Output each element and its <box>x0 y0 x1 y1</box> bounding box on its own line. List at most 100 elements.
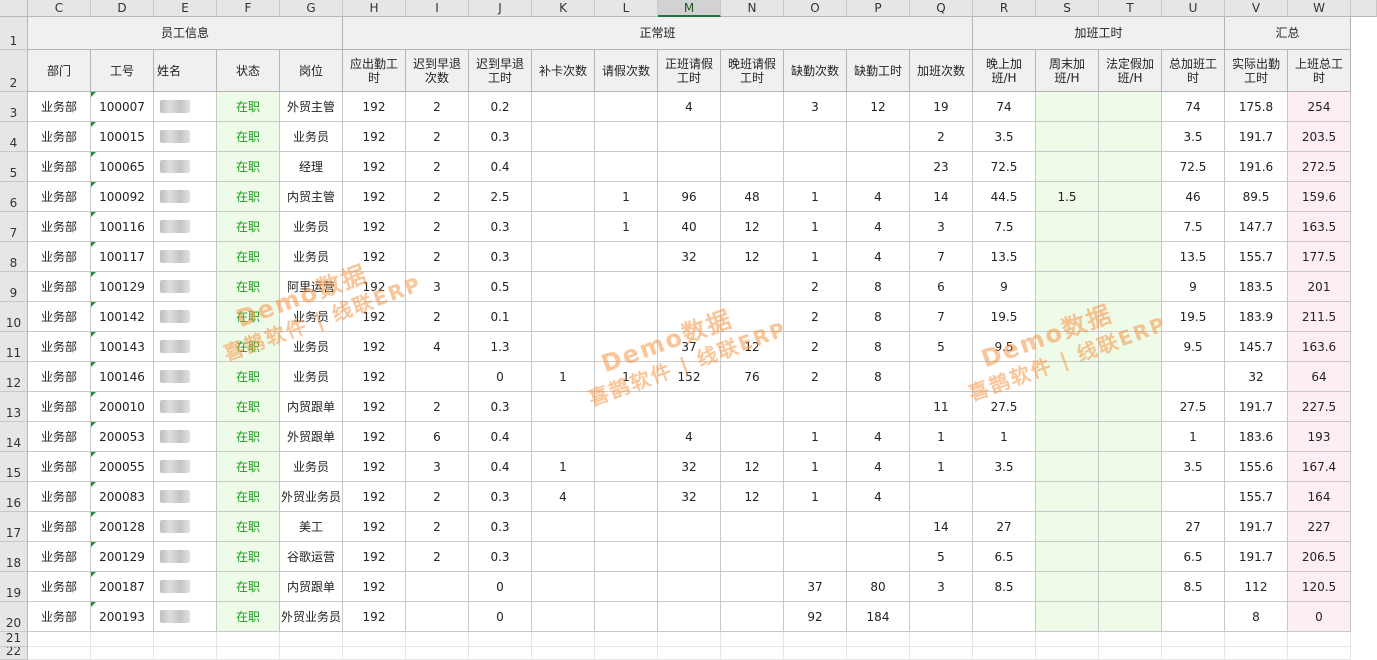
header-11[interactable]: 正班请假工时 <box>658 50 721 92</box>
table-cell[interactable]: 40 <box>658 212 721 242</box>
table-cell[interactable] <box>910 602 973 632</box>
empty-cell[interactable] <box>784 647 847 660</box>
table-cell[interactable]: 7.5 <box>973 212 1036 242</box>
table-cell[interactable]: 在职 <box>217 92 280 122</box>
empty-cell[interactable] <box>1162 647 1225 660</box>
table-cell[interactable] <box>1099 212 1162 242</box>
table-cell[interactable] <box>784 122 847 152</box>
empty-cell[interactable] <box>595 647 658 660</box>
table-cell[interactable]: 1.3 <box>469 332 532 362</box>
table-cell[interactable]: 业务部 <box>28 602 91 632</box>
table-cell[interactable] <box>910 482 973 512</box>
name-cell-redacted[interactable] <box>154 542 217 572</box>
table-cell[interactable]: 72.5 <box>973 152 1036 182</box>
table-cell[interactable]: 0.4 <box>469 422 532 452</box>
table-cell[interactable]: 192 <box>343 602 406 632</box>
row-header-13[interactable]: 13 <box>0 392 28 422</box>
table-cell[interactable]: 业务部 <box>28 242 91 272</box>
table-cell[interactable]: 0.3 <box>469 482 532 512</box>
table-cell[interactable] <box>595 92 658 122</box>
table-cell[interactable]: 147.7 <box>1225 212 1288 242</box>
row-header-21[interactable]: 21 <box>0 632 28 647</box>
table-cell[interactable]: 19.5 <box>1162 302 1225 332</box>
table-cell[interactable]: 业务员 <box>280 332 343 362</box>
table-cell[interactable]: 200083 <box>91 482 154 512</box>
empty-cell[interactable] <box>1162 632 1225 647</box>
table-cell[interactable] <box>1036 602 1099 632</box>
table-cell[interactable] <box>595 152 658 182</box>
table-cell[interactable]: 在职 <box>217 362 280 392</box>
empty-cell[interactable] <box>532 647 595 660</box>
table-cell[interactable] <box>532 182 595 212</box>
table-cell[interactable]: 1 <box>1162 422 1225 452</box>
table-cell[interactable]: 业务员 <box>280 452 343 482</box>
table-cell[interactable]: 13.5 <box>973 242 1036 272</box>
table-cell[interactable]: 96 <box>658 182 721 212</box>
empty-cell[interactable] <box>406 647 469 660</box>
table-cell[interactable]: 4 <box>532 482 595 512</box>
table-cell[interactable] <box>1099 92 1162 122</box>
table-cell[interactable]: 0 <box>1288 602 1351 632</box>
row-header-1[interactable]: 1 <box>0 17 28 50</box>
table-cell[interactable]: 在职 <box>217 302 280 332</box>
table-cell[interactable]: 9 <box>1162 272 1225 302</box>
column-header-p[interactable]: P <box>847 0 910 17</box>
table-cell[interactable]: 183.9 <box>1225 302 1288 332</box>
column-header-m[interactable]: M <box>658 0 721 17</box>
table-cell[interactable] <box>1099 362 1162 392</box>
table-cell[interactable]: 12 <box>721 332 784 362</box>
empty-cell[interactable] <box>595 632 658 647</box>
table-cell[interactable]: 72.5 <box>1162 152 1225 182</box>
table-cell[interactable]: 201 <box>1288 272 1351 302</box>
table-cell[interactable]: 200010 <box>91 392 154 422</box>
empty-cell[interactable] <box>910 647 973 660</box>
table-cell[interactable]: 1 <box>910 422 973 452</box>
empty-cell[interactable] <box>721 647 784 660</box>
name-cell-redacted[interactable] <box>154 602 217 632</box>
table-cell[interactable] <box>721 542 784 572</box>
header-8[interactable]: 迟到早退工时 <box>469 50 532 92</box>
table-cell[interactable]: 1 <box>532 362 595 392</box>
table-cell[interactable]: 23 <box>910 152 973 182</box>
table-cell[interactable]: 155.7 <box>1225 482 1288 512</box>
table-cell[interactable]: 254 <box>1288 92 1351 122</box>
table-cell[interactable] <box>721 92 784 122</box>
empty-cell[interactable] <box>154 632 217 647</box>
table-cell[interactable] <box>973 602 1036 632</box>
table-cell[interactable]: 14 <box>910 512 973 542</box>
table-cell[interactable]: 2 <box>910 122 973 152</box>
header-5[interactable]: 岗位 <box>280 50 343 92</box>
name-cell-redacted[interactable] <box>154 482 217 512</box>
table-cell[interactable] <box>721 602 784 632</box>
table-cell[interactable]: 9.5 <box>973 332 1036 362</box>
table-cell[interactable]: 3 <box>406 272 469 302</box>
table-cell[interactable]: 业务部 <box>28 272 91 302</box>
table-cell[interactable]: 100015 <box>91 122 154 152</box>
table-cell[interactable] <box>1099 482 1162 512</box>
table-cell[interactable]: 192 <box>343 332 406 362</box>
table-cell[interactable] <box>532 212 595 242</box>
table-cell[interactable]: 152 <box>658 362 721 392</box>
table-cell[interactable]: 2 <box>406 212 469 242</box>
table-cell[interactable] <box>847 152 910 182</box>
table-cell[interactable] <box>1036 242 1099 272</box>
table-cell[interactable]: 89.5 <box>1225 182 1288 212</box>
table-cell[interactable]: 192 <box>343 152 406 182</box>
table-cell[interactable]: 在职 <box>217 182 280 212</box>
table-cell[interactable]: 4 <box>847 422 910 452</box>
table-cell[interactable]: 0.3 <box>469 212 532 242</box>
table-cell[interactable]: 48 <box>721 182 784 212</box>
table-cell[interactable]: 0.3 <box>469 512 532 542</box>
table-cell[interactable]: 211.5 <box>1288 302 1351 332</box>
table-cell[interactable]: 2 <box>784 362 847 392</box>
table-cell[interactable] <box>658 392 721 422</box>
table-cell[interactable]: 3 <box>784 92 847 122</box>
table-cell[interactable] <box>1036 122 1099 152</box>
name-cell-redacted[interactable] <box>154 212 217 242</box>
table-cell[interactable]: 在职 <box>217 542 280 572</box>
table-cell[interactable]: 6 <box>406 422 469 452</box>
table-cell[interactable]: 在职 <box>217 602 280 632</box>
table-cell[interactable]: 1 <box>595 362 658 392</box>
empty-cell[interactable] <box>784 632 847 647</box>
table-cell[interactable]: 在职 <box>217 272 280 302</box>
